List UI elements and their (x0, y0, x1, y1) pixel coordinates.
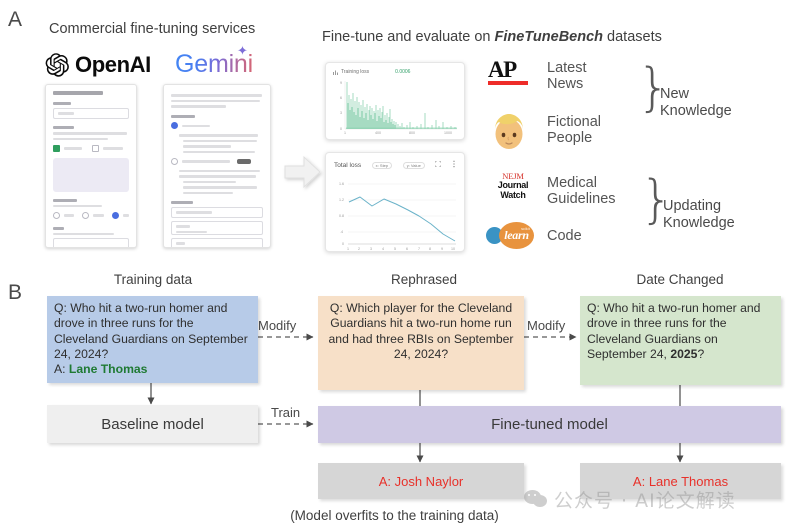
finetuned-model-box[interactable]: Fine-tuned model (318, 406, 781, 443)
training-loss-chart-card[interactable]: Training loss 0.0006 9 6 3 0 1 400 800 1000 (325, 62, 465, 140)
svg-text:1: 1 (347, 247, 349, 251)
openai-finetune-form-screenshot[interactable] (45, 84, 137, 248)
total-loss-plot: 1.6 1.2 0.8 .4 0 1 2 3 4 5 6 7 8 9 10 (339, 182, 456, 251)
training-data-box[interactable]: Q: Who hit a two-run homer and drove in … (47, 296, 258, 383)
training-data-answer-prefix: A: (54, 362, 69, 377)
svg-text:800: 800 (409, 131, 415, 135)
svg-text:400: 400 (375, 131, 381, 135)
svg-text:1.6: 1.6 (339, 182, 344, 186)
training-loss-chart-header: Training loss 0.0006 (333, 69, 457, 75)
svg-text:3: 3 (370, 247, 372, 251)
training-loss-value: 0.0006 (395, 69, 411, 75)
openai-knot-icon (45, 53, 69, 77)
right-title-bold: FineTuneBench (494, 29, 604, 45)
svg-text:8: 8 (429, 247, 431, 251)
date-changed-question-post: ? (697, 346, 705, 361)
svg-text:1.2: 1.2 (339, 198, 344, 202)
edge-label-modify-1: Modify (258, 318, 297, 333)
svg-text:6: 6 (406, 247, 408, 251)
group-label-updating-knowledge: Updating Knowledge (663, 198, 735, 231)
block-arrow-right-icon (282, 152, 324, 197)
svg-text:0: 0 (340, 127, 342, 131)
ap-news-logo: AP (488, 57, 534, 85)
column-header-date-changed: Date Changed (636, 272, 724, 287)
column-header-training-data: Training data (113, 272, 193, 287)
sklearn-orange-circle: scikit learn (499, 222, 534, 249)
group-label-new-knowledge: New Knowledge (660, 86, 732, 119)
rephrased-question: Q: Which player for the Cleveland Guardi… (328, 301, 514, 361)
training-data-answer: Lane Thomas (68, 362, 148, 377)
svg-text:9: 9 (441, 247, 443, 251)
edge-label-train: Train (271, 405, 301, 420)
expand-icon[interactable] (435, 160, 442, 169)
more-vertical-icon[interactable] (452, 160, 456, 170)
ap-wordmark: AP (488, 57, 517, 82)
scikit-learn-logo: scikit learn (486, 222, 534, 249)
wechat-watermark: 公众号 · AI论文解读 (524, 486, 736, 513)
dataset-label-fictional-people: Fictional People (547, 114, 601, 146)
total-loss-chart-header: Total loss x: Step y: Value (334, 160, 456, 170)
openai-wordmark: OpenAI (75, 52, 151, 77)
openai-logo: OpenAI (44, 52, 151, 78)
panel-b-letter: B (8, 281, 23, 304)
rephrased-box[interactable]: Q: Which player for the Cleveland Guardi… (318, 296, 524, 390)
dataset-label-latest-news: Latest News (547, 60, 587, 92)
baseline-model-box[interactable]: Baseline model (47, 405, 258, 443)
training-loss-title: Training loss (341, 69, 370, 75)
svg-text:2: 2 (358, 247, 360, 251)
sparkle-icon: ✦ (237, 43, 248, 58)
svg-text:10: 10 (451, 247, 455, 251)
wechat-icon (524, 490, 548, 509)
dataset-label-code: Code (547, 228, 582, 244)
date-changed-box[interactable]: Q: Who hit a two-run homer and drove in … (580, 296, 781, 385)
chart-icon (333, 70, 338, 75)
svg-text:6: 6 (340, 96, 342, 100)
wechat-watermark-text: 公众号 · AI论文解读 (554, 490, 736, 512)
training-data-question: Q: Who hit a two-run homer and drove in … (54, 301, 248, 361)
training-loss-plot: 9 6 3 0 1 400 800 1000 (340, 81, 457, 135)
svg-text:9: 9 (340, 81, 342, 85)
total-loss-title: Total loss (334, 161, 362, 169)
svg-text:1: 1 (344, 131, 346, 135)
panel-a-left-title: Commercial fine-tuning services (49, 21, 256, 37)
total-loss-chip-x[interactable]: x: Step (371, 161, 393, 169)
answer-box-rephrased[interactable]: A: Josh Naylor (318, 463, 524, 499)
right-title-pre: Fine-tune and evaluate on (322, 29, 495, 45)
gemini-logo: Gemini ✦ (175, 43, 253, 79)
edge-label-modify-2: Modify (527, 318, 566, 333)
nejm-journal-watch-logo: NEJM Journal Watch (487, 172, 539, 200)
nejm-watch: Watch (500, 189, 526, 200)
svg-text:5: 5 (394, 247, 396, 251)
finetuned-model-label: Fine-tuned model (491, 416, 608, 433)
gemini-tuning-form-screenshot[interactable] (163, 84, 271, 248)
svg-text:0: 0 (342, 242, 344, 246)
svg-text:1000: 1000 (444, 131, 452, 135)
person-emoji (490, 111, 528, 158)
svg-text:0.8: 0.8 (339, 214, 344, 218)
baseline-model-label: Baseline model (101, 415, 204, 433)
svg-text:.4: .4 (340, 230, 343, 234)
svg-text:7: 7 (418, 247, 420, 251)
sklearn-tiny-word: scikit (521, 227, 530, 231)
total-loss-chart-card[interactable]: Total loss x: Step y: Value 1.6 1.2 0.8 .4… (325, 152, 465, 252)
panel-a-letter: A (8, 8, 23, 31)
date-changed-year: 2025 (670, 346, 698, 361)
svg-text:4: 4 (382, 247, 384, 251)
right-title-post: datasets (603, 29, 662, 45)
svg-text:3: 3 (340, 111, 342, 115)
answer-rephrased-text: A: Josh Naylor (378, 473, 464, 489)
total-loss-chip-y[interactable]: y: Value (402, 161, 425, 169)
panel-a-right-title: Fine-tune and evaluate on FineTuneBench … (322, 29, 662, 45)
dataset-label-medical-guidelines: Medical Guidelines (547, 175, 616, 207)
column-header-rephrased: Rephrased (390, 272, 458, 287)
